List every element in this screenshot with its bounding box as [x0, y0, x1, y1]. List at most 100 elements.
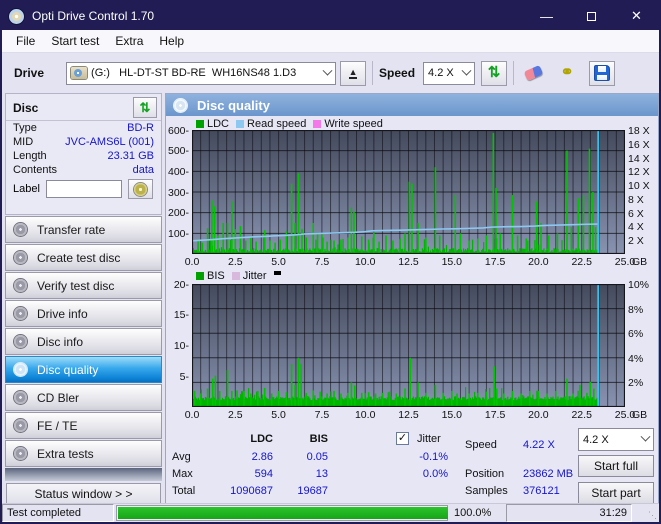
chevron-down-icon	[461, 65, 472, 76]
menu-bar: File Start test Extra Help	[2, 30, 659, 53]
progress-bar	[116, 505, 448, 521]
refresh-button[interactable]: ⇅	[481, 60, 508, 86]
title-bar: Opti Drive Control 1.70 — ✕	[2, 2, 659, 30]
x-axis-tick-label: 12.5	[398, 256, 419, 268]
y-axis-right-tick-label: 4%	[628, 352, 644, 365]
start-part-button[interactable]: Start part	[578, 482, 654, 504]
toolbar-separator	[513, 61, 515, 85]
legend-label: Read speed	[247, 118, 307, 130]
legend-swatch	[196, 120, 204, 128]
inspect-button[interactable]: ⚭	[554, 61, 580, 86]
disc-quality-panel: Disc quality LDC Read speed Write speed 60…	[165, 93, 659, 504]
binoculars-icon: ⚭	[560, 64, 574, 81]
test-speed-select[interactable]: 4.2 X	[578, 428, 654, 451]
menu-item-help[interactable]: Help	[151, 31, 192, 51]
sidebar-item-label: CD Bler	[37, 390, 80, 405]
eject-button[interactable]: ▲	[340, 60, 367, 86]
drive-select[interactable]: (G:) HL-DT-ST BD-RE WH16NS48 1.D3	[66, 61, 337, 85]
y-axis-tick-label: 15-	[173, 309, 189, 322]
x-axis-tick-label: 5.0	[271, 409, 286, 421]
menu-item-file[interactable]: File	[8, 31, 43, 51]
x-axis-tick-label: 5.0	[271, 256, 286, 268]
minimize-button[interactable]: —	[524, 2, 569, 30]
toolbar-separator	[372, 61, 374, 85]
max-jitter-value: 0.0%	[422, 468, 448, 480]
sidebar-item-label: Disc info	[37, 334, 84, 349]
speed-stat-label: Speed	[465, 439, 497, 451]
x-axis-tick-label: 7.5	[314, 256, 330, 268]
drive-icon	[71, 67, 88, 79]
eraser-icon	[523, 64, 543, 82]
sidebar-item-create-test-disc[interactable]: Create test disc	[5, 244, 162, 271]
x-axis-tick-label: 0.0	[184, 256, 200, 268]
legend-label: Write speed	[324, 118, 383, 130]
maximize-button[interactable]	[569, 2, 614, 30]
avg-row-label: Avg	[172, 451, 191, 463]
speed-select[interactable]: 4.2 X	[423, 61, 476, 85]
ldc-column-header: LDC	[250, 433, 273, 445]
status-text: Test completed	[2, 504, 114, 522]
menu-item-extra[interactable]: Extra	[107, 31, 151, 51]
y-axis-tick-label: 300-	[167, 186, 189, 199]
x-axis-tick-label: 2.5	[227, 409, 243, 421]
chevron-down-icon	[640, 431, 651, 442]
bis-column-header: BIS	[309, 433, 328, 445]
disc-row-label: Length	[13, 150, 47, 162]
save-button[interactable]	[589, 60, 616, 86]
legend-label: Jitter	[242, 270, 267, 282]
y-axis-right-tick-label: 2%	[628, 377, 644, 390]
disc-label-caption: Label	[13, 183, 40, 195]
disc-label-button[interactable]	[127, 179, 153, 199]
bis-jitter-chart: 20- 15- 10- 5- 10% 8% 6% 4% 2% 0.0 2.5 5.0 7.5 10.0 12…	[166, 279, 659, 422]
chart-legend-bottom: BIS Jitter	[196, 270, 281, 282]
sidebar-item-disc-info[interactable]: Disc info	[5, 328, 162, 355]
disc-refresh-button[interactable]: ⇅	[133, 97, 157, 118]
y-axis-right-tick-label: 10%	[628, 279, 650, 291]
speed-value: 4.2 X	[428, 67, 454, 79]
x-axis-tick-label: 7.5	[314, 409, 330, 421]
status-window-button[interactable]: Status window > >	[6, 483, 161, 504]
start-full-button[interactable]: Start full	[578, 455, 654, 477]
maximize-icon	[587, 11, 596, 21]
resize-grip[interactable]: ⋱	[645, 504, 659, 522]
menu-item-start-test[interactable]: Start test	[43, 31, 107, 51]
progress-percent: 100.0%	[454, 507, 492, 519]
sidebar-item-disc-quality[interactable]: Disc quality	[5, 356, 162, 383]
sidebar-item-label: Disc quality	[37, 362, 99, 377]
test-speed-value: 4.2 X	[583, 433, 609, 446]
total-row-label: Total	[172, 485, 196, 497]
sidebar-item-verify-test-disc[interactable]: Verify test disc	[5, 272, 162, 299]
jitter-checkbox[interactable]: ✓	[396, 432, 409, 445]
sidebar: Disc ⇅ Type BD-R MID JVC-AMS6L (001) Length 2…	[5, 93, 162, 504]
chart-plot	[192, 130, 625, 254]
legend-item: Write speed	[313, 118, 383, 130]
x-axis-tick-label: 10.0	[354, 256, 376, 268]
save-icon	[594, 65, 611, 81]
elapsed-time: 31:29	[506, 504, 632, 522]
sidebar-item-drive-info[interactable]: Drive info	[5, 300, 162, 327]
sidebar-item-cd-bler[interactable]: CD Bler	[5, 384, 162, 411]
x-axis-tick-label: 20.0	[528, 409, 549, 421]
erase-disc-button[interactable]	[520, 61, 546, 86]
sidebar-item-fe-te[interactable]: FE / TE	[5, 412, 162, 439]
legend-item: Read speed	[236, 118, 306, 130]
legend-item: LDC	[196, 118, 229, 130]
sidebar-item-transfer-rate[interactable]: Transfer rate	[5, 216, 162, 243]
avg-ldc-value: 2.86	[251, 451, 273, 463]
sidebar-nav: Transfer rate Create test disc Verify test…	[5, 216, 162, 468]
close-button[interactable]: ✕	[614, 2, 659, 30]
max-ldc-value: 594	[254, 468, 273, 480]
disc-info-panel: Disc ⇅ Type BD-R MID JVC-AMS6L (001) Length 2…	[5, 93, 162, 215]
disc-icon	[14, 335, 27, 348]
status-bar: Test completed 100.0% 31:29 ⋱	[2, 503, 659, 522]
x-axis-tick-label: 17.5	[484, 409, 506, 421]
y-axis-tick-label: 10-	[173, 340, 189, 352]
sidebar-item-label: Transfer rate	[37, 222, 106, 237]
progress-fill	[118, 507, 448, 519]
y-axis-right-tick-label: 14 X	[628, 152, 650, 165]
y-axis-right-tick-label: 10 X	[628, 180, 650, 193]
y-axis-tick-label: 20-	[173, 278, 189, 291]
sidebar-item-extra-tests[interactable]: Extra tests	[5, 440, 162, 467]
y-axis-right-tick-label: 6 X	[628, 207, 644, 220]
disc-label-input[interactable]	[45, 180, 122, 198]
